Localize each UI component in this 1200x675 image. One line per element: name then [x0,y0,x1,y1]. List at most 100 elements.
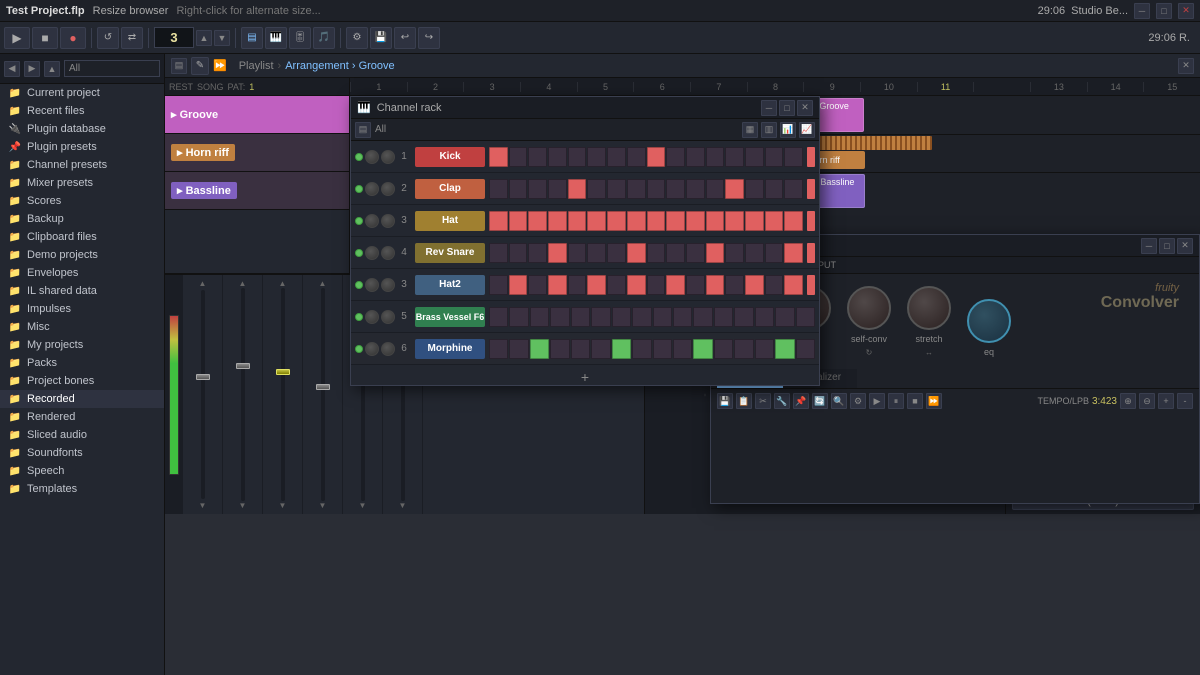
cr-led-brass[interactable] [355,313,363,321]
fader-thumb-2[interactable] [236,363,250,369]
cr-step[interactable] [548,243,567,263]
sidebar-item-impulses[interactable]: 📁Impulses [0,300,164,318]
cr-step[interactable] [607,179,626,199]
close-btn[interactable]: ✕ [1178,3,1194,19]
cr-menu[interactable]: ▤ [355,122,371,138]
cr-step[interactable] [489,147,508,167]
cr-step[interactable] [706,147,725,167]
cr-view-1[interactable]: ▦ [742,122,758,138]
settings-btn[interactable]: ⚙ [346,27,368,49]
cr-knob-kick-pan[interactable] [365,150,379,164]
cr-close[interactable]: ✕ [797,100,813,116]
cr-step[interactable] [725,211,744,231]
cr-step[interactable] [647,179,666,199]
pl-menu-btn[interactable]: ▤ [171,58,187,74]
cr-step[interactable] [509,179,528,199]
cr-knob-h2-vol[interactable] [381,278,395,292]
cr-step[interactable] [587,275,606,295]
cr-knob-h2-pan[interactable] [365,278,379,292]
cr-knob-rs-vol[interactable] [381,246,395,260]
cr-step[interactable] [784,243,803,263]
fc-tool-10[interactable]: ⏸ [888,393,904,409]
cr-step[interactable] [571,339,590,359]
cr-step[interactable] [591,339,610,359]
cr-knob-mo-pan[interactable] [365,342,379,356]
cr-knob-clap-vol[interactable] [381,182,395,196]
cr-name-brass[interactable]: Brass Vessel F6 [415,307,485,327]
cr-step[interactable] [765,275,784,295]
cr-step[interactable] [607,275,626,295]
cr-knob-hat-pan[interactable] [365,214,379,228]
cr-name-hat2[interactable]: Hat2 [415,275,485,295]
sidebar-item-my-projects[interactable]: 📁My projects [0,336,164,354]
cr-step[interactable] [607,211,626,231]
cr-step[interactable] [725,243,744,263]
fc-tool-7[interactable]: 🔍 [831,393,847,409]
cr-step[interactable] [548,275,567,295]
cr-step[interactable] [509,243,528,263]
cr-step[interactable] [706,243,725,263]
cr-name-morphine[interactable]: Morphine [415,339,485,359]
save-btn[interactable]: 💾 [370,27,392,49]
sidebar-item-misc[interactable]: 📁Misc [0,318,164,336]
cr-step[interactable] [550,339,569,359]
cr-view-3[interactable]: 📊 [780,122,796,138]
cr-step[interactable] [548,211,567,231]
pl-close[interactable]: ✕ [1178,58,1194,74]
cr-step[interactable] [647,243,666,263]
cr-step[interactable] [627,243,646,263]
sidebar-item-speech[interactable]: 📁Speech [0,462,164,480]
browser-path[interactable]: All [64,60,160,77]
sidebar-item-backup[interactable]: 📁Backup [0,210,164,228]
cr-step[interactable] [796,307,815,327]
cr-step[interactable] [673,307,692,327]
cr-step[interactable] [666,179,685,199]
cr-step[interactable] [489,211,508,231]
pl-breadcrumb[interactable]: Arrangement › Groove [285,60,394,72]
cr-add-btn[interactable]: + [351,365,819,389]
cr-knob-rs-pan[interactable] [365,246,379,260]
cr-step[interactable] [489,275,508,295]
cr-step[interactable] [714,339,733,359]
fc-tool-2[interactable]: 📋 [736,393,752,409]
cr-step[interactable] [765,147,784,167]
play-btn[interactable]: ▶ [4,27,30,49]
cr-step[interactable] [725,179,744,199]
cr-step[interactable] [550,307,569,327]
cr-led-hat2[interactable] [355,281,363,289]
cr-step[interactable] [489,307,508,327]
sidebar-item-plugin-presets[interactable]: 📌Plugin presets [0,138,164,156]
sidebar-item-current-project[interactable]: 📁Current project [0,84,164,102]
sidebar-item-envelopes[interactable]: 📁Envelopes [0,264,164,282]
sidebar-item-il-shared-data[interactable]: 📁IL shared data [0,282,164,300]
cr-led-hat[interactable] [355,217,363,225]
cr-step[interactable] [666,275,685,295]
fader-thumb-4[interactable] [316,384,330,390]
cr-step[interactable] [784,211,803,231]
cr-name-kick[interactable]: Kick [415,147,485,167]
cr-step[interactable] [548,147,567,167]
cr-led-morphine[interactable] [355,345,363,353]
fc-tool-12[interactable]: ⏩ [926,393,942,409]
cr-view-2[interactable]: ▥ [761,122,777,138]
cr-step[interactable] [734,339,753,359]
cr-step[interactable] [714,307,733,327]
sidebar-item-soundfonts[interactable]: 📁Soundfonts [0,444,164,462]
sidebar-item-recorded[interactable]: 📁Recorded [0,390,164,408]
tempo-down[interactable]: ▼ [214,30,230,46]
pl-tools[interactable]: ✎ [191,57,209,75]
stop-btn[interactable]: ■ [32,27,58,49]
cr-step[interactable] [745,275,764,295]
cr-step[interactable] [591,307,610,327]
cr-step[interactable] [587,211,606,231]
fc-tool-5[interactable]: 📌 [793,393,809,409]
fc-tool-6[interactable]: 🔄 [812,393,828,409]
sidebar-item-project-bones[interactable]: 📁Project bones [0,372,164,390]
cr-knob-mo-vol[interactable] [381,342,395,356]
fc-knob-sc-ctrl[interactable] [847,286,891,330]
channel-btn[interactable]: 🎹 [265,27,287,49]
cr-step[interactable] [734,307,753,327]
tempo-up[interactable]: ▲ [196,30,212,46]
sidebar-item-mixer-presets[interactable]: 📁Mixer presets [0,174,164,192]
fc-time-btn1[interactable]: ⊕ [1120,393,1136,409]
